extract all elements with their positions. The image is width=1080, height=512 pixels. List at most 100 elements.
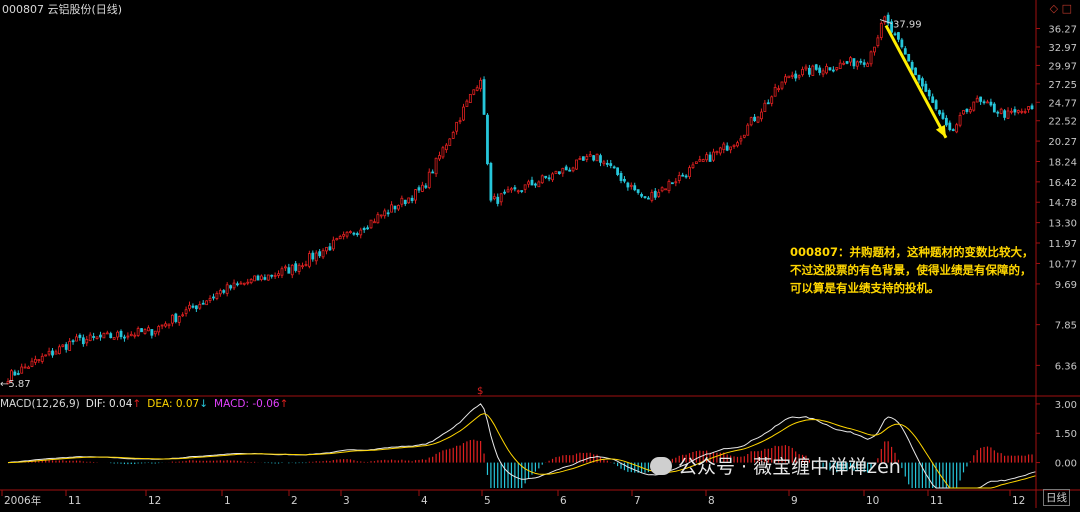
- candle-body: [784, 76, 787, 83]
- candle-body: [729, 146, 733, 151]
- candle-body: [787, 75, 791, 79]
- candle-body: [575, 159, 578, 170]
- candle-body: [838, 62, 842, 69]
- candle-body: [427, 171, 431, 188]
- candle-body: [105, 332, 109, 335]
- candle-body: [999, 108, 1003, 114]
- candle-body: [16, 373, 20, 375]
- candle-body: [951, 129, 955, 131]
- candle-body: [849, 57, 852, 63]
- candle-body: [626, 182, 630, 188]
- candle-body: [338, 236, 342, 240]
- candle-body: [30, 360, 34, 367]
- candle-body: [239, 282, 243, 285]
- candle-body: [123, 336, 126, 339]
- candle-body: [95, 336, 99, 339]
- candle-body: [479, 79, 483, 90]
- candle-body: [992, 103, 996, 113]
- price-tick-label: 7.85: [1055, 321, 1077, 332]
- candle-body: [736, 142, 739, 147]
- candle-body: [462, 106, 465, 121]
- candle-body: [287, 267, 291, 274]
- candle-body: [194, 305, 198, 310]
- candle-body: [13, 371, 17, 376]
- candle-body: [862, 62, 866, 65]
- candle-body: [640, 194, 643, 197]
- annotation-text: 000807：并购题材，这种题材的变数比较大， 不过这股票的有色背景，使得业绩是…: [790, 243, 1080, 297]
- candle-body: [599, 155, 602, 163]
- candle-body: [410, 197, 414, 201]
- candle-body: [222, 290, 226, 293]
- restore-icon[interactable]: ◇: [1050, 2, 1058, 15]
- candle-body: [797, 75, 801, 78]
- dif-value: DIF: 0.04: [85, 398, 133, 410]
- candle-body: [503, 191, 506, 194]
- candle-body: [304, 264, 308, 266]
- candle-body: [297, 264, 301, 272]
- candle-body: [246, 281, 250, 284]
- candle-body: [266, 274, 270, 281]
- candle-body: [585, 156, 589, 160]
- date-label: 2: [291, 495, 298, 507]
- candle-body: [150, 329, 154, 336]
- candle-body: [523, 184, 527, 190]
- date-label: 3: [343, 495, 350, 507]
- close-icon[interactable]: □: [1062, 2, 1072, 15]
- price-tick-label: 24.77: [1048, 98, 1077, 109]
- annotation-line: 000807：并购题材，这种题材的变数比较大，: [790, 245, 1034, 259]
- candle-body: [749, 117, 753, 126]
- candle-body: [948, 122, 952, 130]
- candle-body: [181, 314, 185, 317]
- candle-body: [126, 335, 130, 338]
- candle-body: [342, 234, 346, 237]
- candle-body: [253, 275, 256, 282]
- candle-body: [441, 147, 445, 158]
- candle-body: [20, 366, 24, 374]
- wechat-icon: [650, 457, 672, 475]
- candle-body: [619, 173, 623, 181]
- candle-body: [910, 61, 914, 70]
- candle-body: [547, 177, 551, 180]
- macd-legend: MACD(12,26,9) DIF: 0.04↑ DEA: 0.07↓ MACD: -…: [0, 398, 294, 410]
- candle-body: [270, 274, 274, 277]
- candle-body: [592, 155, 596, 161]
- candle-body: [44, 354, 48, 357]
- candle-body: [335, 238, 339, 241]
- date-label: 11: [68, 495, 81, 507]
- candle-body: [51, 350, 54, 356]
- candle-body: [852, 58, 856, 67]
- candle-body: [284, 266, 287, 269]
- candle-body: [496, 196, 500, 204]
- candle-body: [927, 90, 931, 97]
- candle-body: [140, 328, 143, 333]
- candle-body: [280, 268, 284, 276]
- candle-body: [369, 219, 373, 229]
- period-button[interactable]: 日线: [1043, 489, 1070, 506]
- price-tick-label: 14.78: [1048, 198, 1077, 209]
- candle-body: [647, 197, 650, 200]
- candle-body: [869, 51, 873, 65]
- window-controls[interactable]: ◇ □: [1050, 2, 1072, 15]
- candle-body: [725, 145, 729, 151]
- candle-body: [660, 187, 664, 192]
- candle-body: [653, 190, 657, 198]
- candle-body: [373, 221, 376, 224]
- candle-body: [482, 79, 486, 115]
- date-axis-labels: 2006年 11 12 1 2 3 4 5 6 7 8 9 10 11 12: [1, 490, 1025, 507]
- candle-body: [530, 179, 534, 186]
- candle-body: [623, 178, 626, 182]
- date-label: 7: [634, 495, 641, 507]
- candle-body: [157, 326, 161, 333]
- candle-body: [499, 193, 503, 203]
- candle-body: [636, 189, 640, 193]
- price-candles: [6, 12, 1034, 385]
- candle-body: [27, 366, 30, 369]
- candle-body: [557, 171, 561, 175]
- candle-body: [694, 161, 698, 164]
- candle-body: [68, 341, 72, 351]
- candle-body: [424, 185, 428, 188]
- candle-body: [688, 167, 691, 177]
- candle-body: [581, 156, 585, 161]
- candle-body: [897, 32, 900, 40]
- candle-body: [773, 87, 777, 97]
